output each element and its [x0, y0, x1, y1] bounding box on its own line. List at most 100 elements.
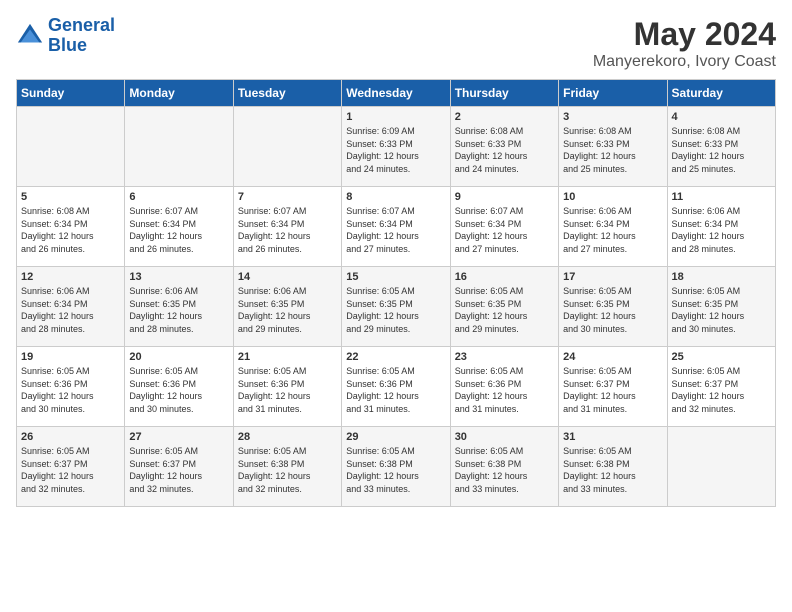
day-info: Sunrise: 6:06 AM Sunset: 6:35 PM Dayligh… — [129, 285, 228, 335]
calendar-cell: 19 Sunrise: 6:05 AM Sunset: 6:36 PM Dayli… — [17, 347, 125, 427]
calendar-cell — [667, 427, 775, 507]
calendar-cell: 26 Sunrise: 6:05 AM Sunset: 6:37 PM Dayli… — [17, 427, 125, 507]
calendar-cell: 15Sunrise: 6:05 AM Sunset: 6:35 PM Dayli… — [342, 267, 450, 347]
day-info: Sunrise: 6:06 AM Sunset: 6:34 PM Dayligh… — [21, 285, 120, 335]
day-info: Sunrise: 6:05 AM Sunset: 6:36 PM Dayligh… — [21, 365, 120, 415]
calendar-cell: 22 Sunrise: 6:05 AM Sunset: 6:36 PM Dayli… — [342, 347, 450, 427]
day-info: Sunrise: 6:06 AM Sunset: 6:34 PM Dayligh… — [672, 205, 771, 255]
day-number: 10 — [563, 191, 662, 203]
calendar-week-1: 1Sunrise: 6:09 AM Sunset: 6:33 PM Daylig… — [17, 107, 776, 187]
day-info: Sunrise: 6:05 AM Sunset: 6:35 PM Dayligh… — [346, 285, 445, 335]
calendar-cell: 28Sunrise: 6:05 AM Sunset: 6:38 PM Dayli… — [233, 427, 341, 507]
calendar-cell — [233, 107, 341, 187]
day-info: Sunrise: 6:05 AM Sunset: 6:36 PM Dayligh… — [129, 365, 228, 415]
day-number: 7 — [238, 191, 337, 203]
calendar-cell: 23 Sunrise: 6:05 AM Sunset: 6:36 PM Dayli… — [450, 347, 558, 427]
subtitle: Manyerekoro, Ivory Coast — [593, 53, 776, 71]
day-number: 4 — [672, 111, 771, 123]
day-info: Sunrise: 6:05 AM Sunset: 6:37 PM Dayligh… — [129, 445, 228, 495]
header: General Blue May 2024 Manyerekoro, Ivory… — [16, 16, 776, 71]
day-header-tuesday: Tuesday — [233, 80, 341, 107]
calendar-cell: 30Sunrise: 6:05 AM Sunset: 6:38 PM Dayli… — [450, 427, 558, 507]
day-number: 14 — [238, 271, 337, 283]
day-number: 18 — [672, 271, 771, 283]
day-header-monday: Monday — [125, 80, 233, 107]
calendar-table: SundayMondayTuesdayWednesdayThursdayFrid… — [16, 79, 776, 507]
calendar-cell: 27 Sunrise: 6:05 AM Sunset: 6:37 PM Dayli… — [125, 427, 233, 507]
day-info: Sunrise: 6:06 AM Sunset: 6:34 PM Dayligh… — [563, 205, 662, 255]
calendar-cell: 21 Sunrise: 6:05 AM Sunset: 6:36 PM Dayli… — [233, 347, 341, 427]
calendar-cell: 31 Sunrise: 6:05 AM Sunset: 6:38 PM Dayli… — [559, 427, 667, 507]
logo: General Blue — [16, 16, 115, 56]
day-header-saturday: Saturday — [667, 80, 775, 107]
day-header-sunday: Sunday — [17, 80, 125, 107]
day-number: 20 — [129, 351, 228, 363]
day-info: Sunrise: 6:05 AM Sunset: 6:36 PM Dayligh… — [238, 365, 337, 415]
day-number: 19 — [21, 351, 120, 363]
calendar-week-2: 5 Sunrise: 6:08 AM Sunset: 6:34 PM Daylig… — [17, 187, 776, 267]
calendar-week-5: 26 Sunrise: 6:05 AM Sunset: 6:37 PM Dayli… — [17, 427, 776, 507]
calendar-cell: 4 Sunrise: 6:08 AM Sunset: 6:33 PM Daylig… — [667, 107, 775, 187]
calendar-cell: 29Sunrise: 6:05 AM Sunset: 6:38 PM Dayli… — [342, 427, 450, 507]
day-info: Sunrise: 6:05 AM Sunset: 6:37 PM Dayligh… — [672, 365, 771, 415]
day-info: Sunrise: 6:08 AM Sunset: 6:34 PM Dayligh… — [21, 205, 120, 255]
day-number: 25 — [672, 351, 771, 363]
day-info: Sunrise: 6:08 AM Sunset: 6:33 PM Dayligh… — [563, 125, 662, 175]
day-info: Sunrise: 6:08 AM Sunset: 6:33 PM Dayligh… — [455, 125, 554, 175]
calendar-cell: 9Sunrise: 6:07 AM Sunset: 6:34 PM Daylig… — [450, 187, 558, 267]
day-info: Sunrise: 6:05 AM Sunset: 6:38 PM Dayligh… — [346, 445, 445, 495]
day-info: Sunrise: 6:05 AM Sunset: 6:35 PM Dayligh… — [672, 285, 771, 335]
day-number: 26 — [21, 431, 120, 443]
main-title: May 2024 — [593, 16, 776, 53]
day-info: Sunrise: 6:07 AM Sunset: 6:34 PM Dayligh… — [346, 205, 445, 255]
day-info: Sunrise: 6:09 AM Sunset: 6:33 PM Dayligh… — [346, 125, 445, 175]
day-number: 3 — [563, 111, 662, 123]
calendar-cell: 3 Sunrise: 6:08 AM Sunset: 6:33 PM Daylig… — [559, 107, 667, 187]
day-info: Sunrise: 6:05 AM Sunset: 6:36 PM Dayligh… — [455, 365, 554, 415]
calendar-week-4: 19 Sunrise: 6:05 AM Sunset: 6:36 PM Dayli… — [17, 347, 776, 427]
calendar-cell: 14 Sunrise: 6:06 AM Sunset: 6:35 PM Dayli… — [233, 267, 341, 347]
day-number: 5 — [21, 191, 120, 203]
day-info: Sunrise: 6:05 AM Sunset: 6:37 PM Dayligh… — [563, 365, 662, 415]
day-number: 27 — [129, 431, 228, 443]
calendar-week-3: 12 Sunrise: 6:06 AM Sunset: 6:34 PM Dayli… — [17, 267, 776, 347]
calendar-cell: 24 Sunrise: 6:05 AM Sunset: 6:37 PM Dayli… — [559, 347, 667, 427]
day-info: Sunrise: 6:05 AM Sunset: 6:38 PM Dayligh… — [563, 445, 662, 495]
day-number: 9 — [455, 191, 554, 203]
day-number: 6 — [129, 191, 228, 203]
calendar-cell — [17, 107, 125, 187]
calendar-cell: 16Sunrise: 6:05 AM Sunset: 6:35 PM Dayli… — [450, 267, 558, 347]
day-number: 11 — [672, 191, 771, 203]
calendar-cell: 11 Sunrise: 6:06 AM Sunset: 6:34 PM Dayli… — [667, 187, 775, 267]
calendar-cell: 20 Sunrise: 6:05 AM Sunset: 6:36 PM Dayli… — [125, 347, 233, 427]
calendar-cell: 10 Sunrise: 6:06 AM Sunset: 6:34 PM Dayli… — [559, 187, 667, 267]
calendar-cell: 5 Sunrise: 6:08 AM Sunset: 6:34 PM Daylig… — [17, 187, 125, 267]
day-number: 8 — [346, 191, 445, 203]
day-number: 31 — [563, 431, 662, 443]
calendar-cell — [125, 107, 233, 187]
logo-icon — [16, 22, 44, 50]
day-info: Sunrise: 6:08 AM Sunset: 6:33 PM Dayligh… — [672, 125, 771, 175]
day-number: 16 — [455, 271, 554, 283]
day-info: Sunrise: 6:07 AM Sunset: 6:34 PM Dayligh… — [238, 205, 337, 255]
day-number: 24 — [563, 351, 662, 363]
day-info: Sunrise: 6:05 AM Sunset: 6:36 PM Dayligh… — [346, 365, 445, 415]
logo-text: General Blue — [48, 16, 115, 56]
day-info: Sunrise: 6:05 AM Sunset: 6:35 PM Dayligh… — [563, 285, 662, 335]
day-number: 30 — [455, 431, 554, 443]
day-info: Sunrise: 6:05 AM Sunset: 6:38 PM Dayligh… — [238, 445, 337, 495]
calendar-cell: 13Sunrise: 6:06 AM Sunset: 6:35 PM Dayli… — [125, 267, 233, 347]
day-number: 2 — [455, 111, 554, 123]
day-info: Sunrise: 6:06 AM Sunset: 6:35 PM Dayligh… — [238, 285, 337, 335]
title-area: May 2024 Manyerekoro, Ivory Coast — [593, 16, 776, 71]
day-number: 22 — [346, 351, 445, 363]
day-number: 12 — [21, 271, 120, 283]
calendar-cell: 17Sunrise: 6:05 AM Sunset: 6:35 PM Dayli… — [559, 267, 667, 347]
calendar-cell: 1Sunrise: 6:09 AM Sunset: 6:33 PM Daylig… — [342, 107, 450, 187]
day-number: 21 — [238, 351, 337, 363]
calendar-cell: 7 Sunrise: 6:07 AM Sunset: 6:34 PM Daylig… — [233, 187, 341, 267]
calendar-cell: 2 Sunrise: 6:08 AM Sunset: 6:33 PM Daylig… — [450, 107, 558, 187]
calendar-header-row: SundayMondayTuesdayWednesdayThursdayFrid… — [17, 80, 776, 107]
day-number: 23 — [455, 351, 554, 363]
day-info: Sunrise: 6:05 AM Sunset: 6:37 PM Dayligh… — [21, 445, 120, 495]
